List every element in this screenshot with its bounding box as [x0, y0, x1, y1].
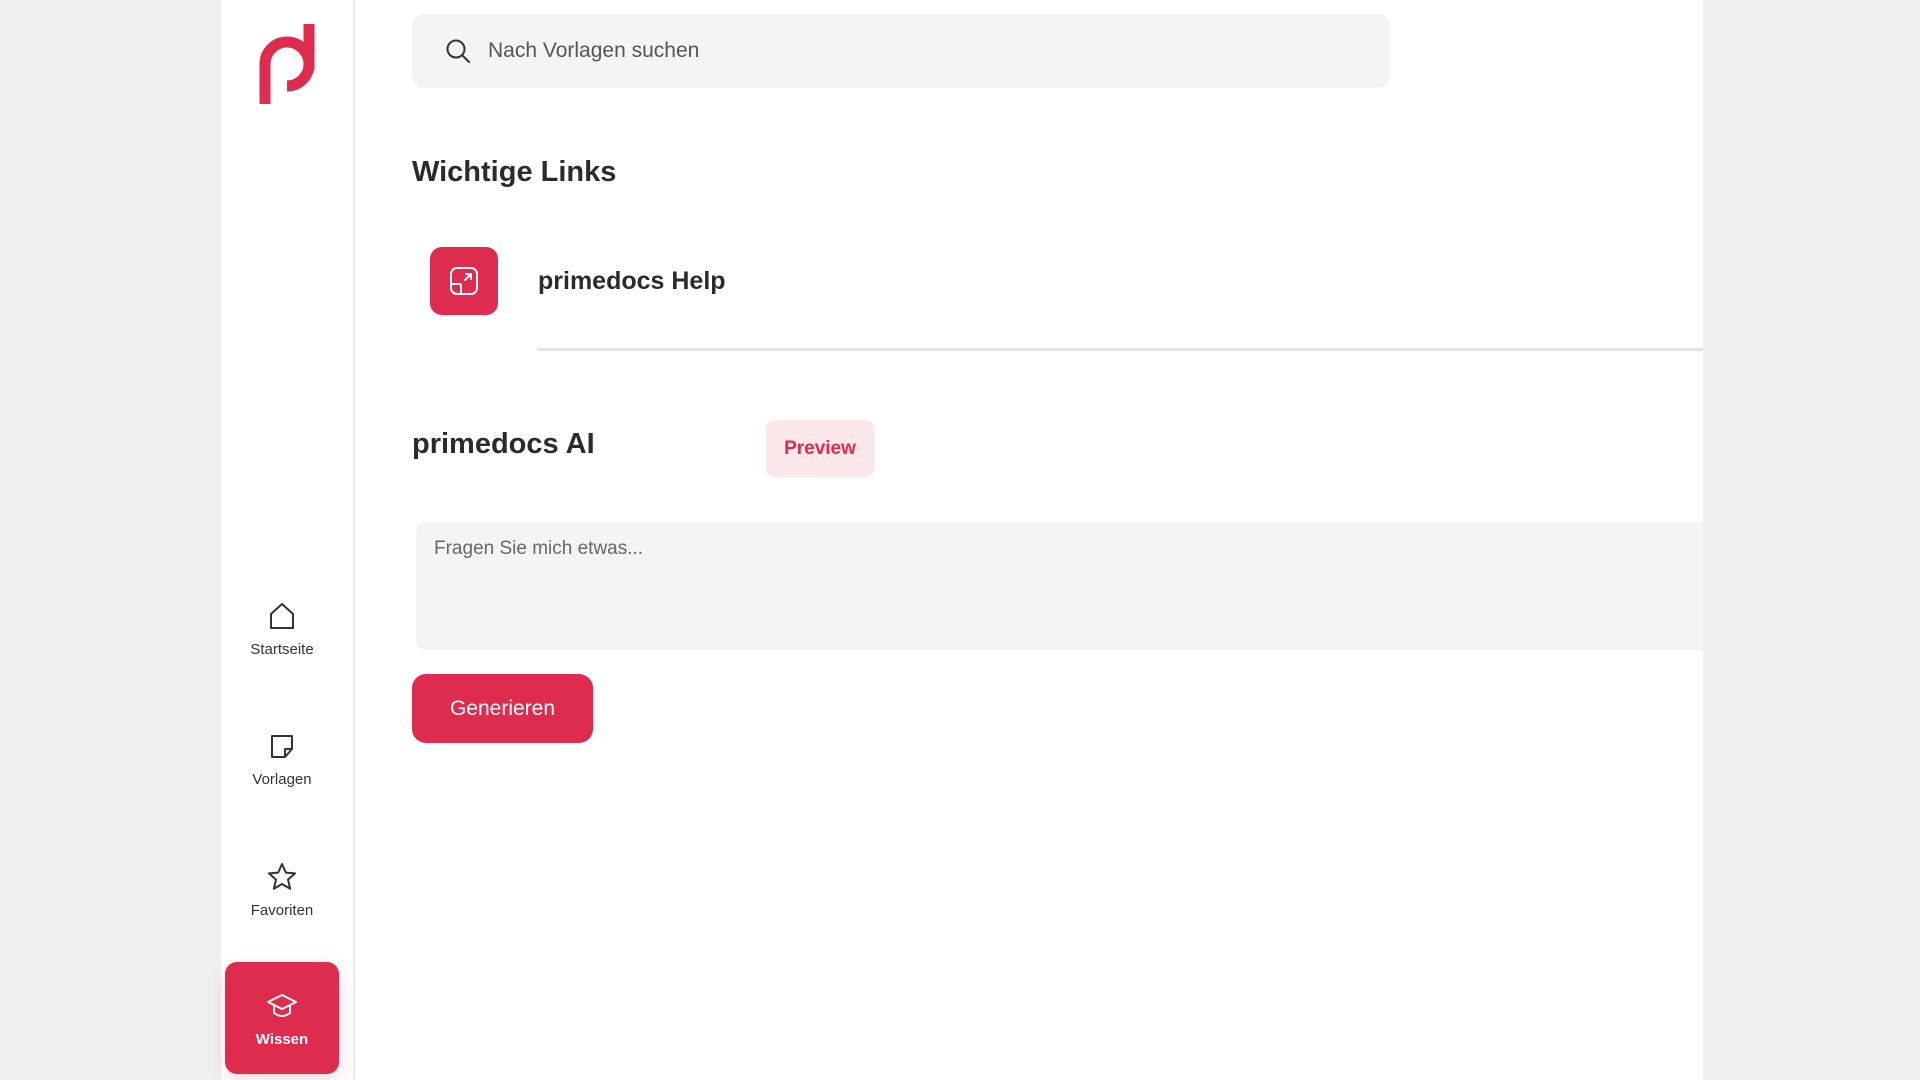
link-item-primedocs-help[interactable]: primedocs Help — [430, 247, 1703, 315]
generate-button[interactable]: Generieren — [412, 674, 593, 743]
search-input[interactable] — [488, 39, 1368, 63]
app-window: Startseite Vorlagen Favoriten Wissen Nac… — [221, 0, 1703, 1080]
sticky-note-icon — [271, 734, 293, 758]
sidebar-item-label: Wissen — [255, 1030, 309, 1048]
home-icon — [270, 602, 294, 629]
primedocs-logo[interactable] — [257, 20, 319, 106]
link-label[interactable]: primedocs Help — [538, 267, 726, 296]
section-title-links: Wichtige Links — [412, 156, 617, 188]
external-link-icon — [450, 267, 478, 295]
preview-badge: Preview — [766, 420, 874, 477]
sidebar: Startseite Vorlagen Favoriten Wissen — [221, 0, 355, 1080]
search-bar[interactable] — [412, 14, 1390, 88]
ai-prompt-input[interactable] — [416, 522, 1703, 650]
sidebar-item-startseite[interactable]: Startseite — [225, 572, 339, 684]
search-icon — [446, 39, 470, 63]
sidebar-item-label: Favoriten — [250, 901, 314, 919]
sidebar-item-vorlagen[interactable]: Vorlagen — [225, 702, 339, 814]
sidebar-item-label: Vorlagen — [252, 770, 312, 788]
graduation-cap-icon — [267, 993, 297, 1017]
sidebar-item-label: Startseite — [250, 640, 314, 658]
sidebar-item-favoriten[interactable]: Favoriten — [225, 833, 339, 945]
sidebar-item-wissen[interactable]: Wissen — [225, 962, 339, 1074]
link-icon-box — [430, 247, 498, 315]
divider — [538, 348, 1703, 351]
main-content: Wichtige Links primedocs Help primedocs … — [356, 0, 1703, 1080]
section-title-ai: primedocs AI — [412, 428, 595, 460]
star-icon — [268, 862, 296, 890]
